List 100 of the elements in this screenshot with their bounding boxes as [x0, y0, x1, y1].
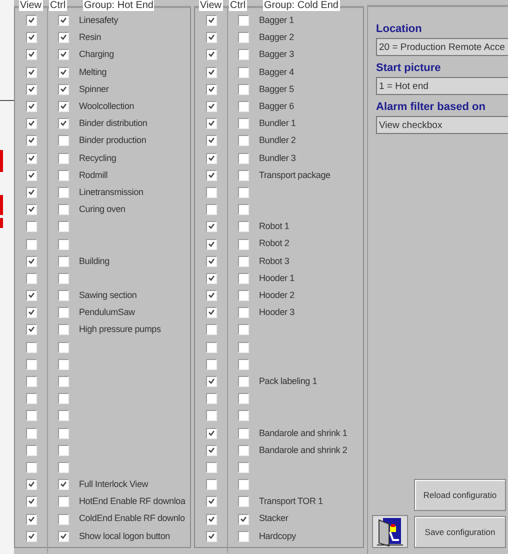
checkbox[interactable]	[238, 15, 248, 26]
checkbox[interactable]	[58, 135, 68, 146]
checkbox[interactable]	[26, 84, 36, 95]
checkbox[interactable]	[206, 32, 216, 44]
checkbox[interactable]	[58, 393, 68, 404]
checkbox[interactable]	[206, 358, 216, 370]
checkbox[interactable]	[238, 221, 248, 232]
checkbox[interactable]	[58, 84, 68, 95]
checkbox[interactable]	[58, 221, 68, 232]
checkbox[interactable]	[206, 221, 216, 232]
checkbox[interactable]	[58, 204, 68, 216]
checkbox[interactable]	[238, 152, 248, 164]
checkbox[interactable]	[26, 238, 36, 250]
checkbox[interactable]	[26, 479, 36, 490]
checkbox[interactable]	[26, 307, 36, 318]
checkbox[interactable]	[26, 272, 36, 284]
checkbox[interactable]	[206, 342, 216, 353]
checkbox[interactable]	[206, 410, 216, 422]
checkbox[interactable]	[206, 118, 216, 130]
checkbox[interactable]	[206, 15, 216, 26]
checkbox[interactable]	[58, 32, 68, 44]
reload-button[interactable]: Reload configuratio	[414, 479, 506, 511]
checkbox[interactable]	[58, 15, 68, 26]
checkbox[interactable]	[238, 444, 248, 456]
checkbox[interactable]	[58, 479, 68, 490]
checkbox[interactable]	[238, 256, 248, 267]
checkbox[interactable]	[206, 514, 216, 525]
checkbox[interactable]	[26, 170, 36, 181]
checkbox[interactable]	[58, 428, 68, 439]
checkbox[interactable]	[26, 221, 36, 232]
checkbox[interactable]	[206, 66, 216, 78]
checkbox[interactable]	[238, 530, 248, 542]
checkbox[interactable]	[238, 393, 248, 404]
checkbox[interactable]	[26, 358, 36, 370]
checkbox[interactable]	[238, 514, 248, 525]
checkbox[interactable]	[238, 462, 248, 473]
checkbox[interactable]	[238, 186, 248, 198]
checkbox[interactable]	[26, 496, 36, 508]
checkbox[interactable]	[26, 410, 36, 422]
checkbox[interactable]	[26, 290, 36, 302]
checkbox[interactable]	[206, 444, 216, 456]
checkbox[interactable]	[26, 324, 36, 336]
checkbox[interactable]	[58, 530, 68, 542]
checkbox[interactable]	[206, 272, 216, 284]
checkbox[interactable]	[206, 238, 216, 250]
checkbox[interactable]	[26, 256, 36, 267]
checkbox[interactable]	[26, 444, 36, 456]
checkbox[interactable]	[238, 324, 248, 336]
checkbox[interactable]	[206, 428, 216, 439]
checkbox[interactable]	[26, 15, 36, 26]
checkbox[interactable]	[206, 376, 216, 388]
checkbox[interactable]	[238, 170, 248, 181]
checkbox[interactable]	[238, 135, 248, 146]
checkbox[interactable]	[238, 49, 248, 60]
checkbox[interactable]	[58, 186, 68, 198]
checkbox[interactable]	[206, 84, 216, 95]
checkbox[interactable]	[26, 135, 36, 146]
checkbox[interactable]	[206, 307, 216, 318]
checkbox[interactable]	[26, 152, 36, 164]
checkbox[interactable]	[238, 290, 248, 302]
checkbox[interactable]	[238, 479, 248, 490]
checkbox[interactable]	[26, 204, 36, 216]
checkbox[interactable]	[58, 342, 68, 353]
checkbox[interactable]	[206, 186, 216, 198]
exit-button[interactable]	[372, 515, 408, 548]
checkbox[interactable]	[238, 204, 248, 216]
checkbox[interactable]	[238, 118, 248, 130]
checkbox[interactable]	[206, 152, 216, 164]
checkbox[interactable]	[206, 204, 216, 216]
checkbox[interactable]	[238, 496, 248, 508]
checkbox[interactable]	[238, 238, 248, 250]
checkbox[interactable]	[26, 376, 36, 388]
checkbox[interactable]	[26, 342, 36, 353]
checkbox[interactable]	[238, 307, 248, 318]
checkbox[interactable]	[58, 376, 68, 388]
checkbox[interactable]	[58, 444, 68, 456]
checkbox[interactable]	[206, 256, 216, 267]
checkbox[interactable]	[238, 101, 248, 112]
checkbox[interactable]	[26, 393, 36, 404]
dropdown[interactable]: 20 = Production Remote Acce	[376, 38, 508, 56]
checkbox[interactable]	[26, 514, 36, 525]
checkbox[interactable]	[26, 101, 36, 112]
checkbox[interactable]	[238, 342, 248, 353]
checkbox[interactable]	[58, 238, 68, 250]
checkbox[interactable]	[206, 101, 216, 112]
checkbox[interactable]	[58, 49, 68, 60]
checkbox[interactable]	[58, 462, 68, 473]
checkbox[interactable]	[58, 358, 68, 370]
checkbox[interactable]	[58, 118, 68, 130]
checkbox[interactable]	[26, 462, 36, 473]
checkbox[interactable]	[206, 170, 216, 181]
checkbox[interactable]	[206, 496, 216, 508]
checkbox[interactable]	[206, 135, 216, 146]
checkbox[interactable]	[58, 324, 68, 336]
checkbox[interactable]	[58, 101, 68, 112]
checkbox[interactable]	[26, 186, 36, 198]
checkbox[interactable]	[206, 462, 216, 473]
checkbox[interactable]	[26, 66, 36, 78]
checkbox[interactable]	[58, 152, 68, 164]
checkbox[interactable]	[238, 32, 248, 44]
